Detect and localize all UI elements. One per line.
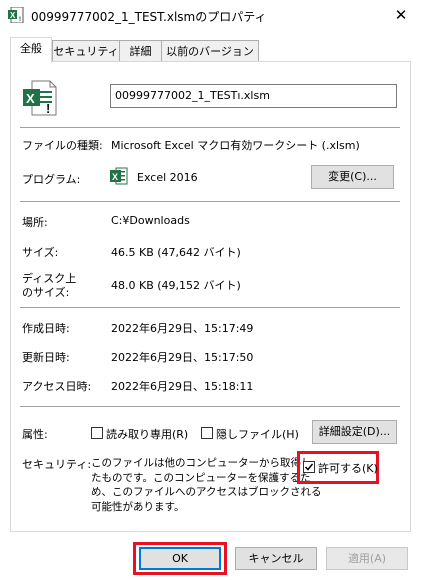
svg-text:X: X (10, 11, 16, 20)
tab-details[interactable]: 詳細 (119, 40, 162, 61)
program-value: Excel 2016 (137, 171, 198, 184)
svg-text:X: X (112, 172, 118, 182)
svg-text:!: ! (46, 101, 50, 116)
hidden-checkbox[interactable] (201, 427, 213, 439)
file-type-value: Microsoft Excel マクロ有効ワークシート (.xlsm) (111, 139, 360, 152)
cancel-button[interactable]: キャンセル (235, 547, 317, 570)
security-message-line: め、このファイルへのアクセスはブロックされる (91, 486, 322, 498)
modified-value: 2022年6月29日、15:17:50 (111, 351, 254, 364)
accessed-label: アクセス日時: (22, 380, 92, 393)
size-value: 46.5 KB (47,642 バイト) (111, 246, 241, 259)
readonly-label[interactable]: 読み取り専用(R) (106, 426, 188, 442)
tab-general[interactable]: 全般 (10, 37, 52, 63)
close-icon[interactable]: ✕ (389, 4, 413, 26)
tab-security[interactable]: セキュリティ (52, 40, 120, 61)
accessed-value: 2022年6月29日、15:18:11 (111, 380, 254, 393)
attributes-label: 属性: (22, 428, 48, 441)
allow-checkbox[interactable] (303, 461, 315, 473)
readonly-checkbox[interactable] (91, 427, 103, 439)
security-message-line: たものです。このコンピューターを保護するた (91, 471, 311, 484)
program-label: プログラム: (22, 173, 81, 186)
tab-previous-versions[interactable]: 以前のバージョン (161, 40, 259, 61)
security-label: セキュリティ: (22, 458, 92, 471)
security-message: このファイルは他のコンピューターから取得し たものです。このコンピューターを保護… (91, 456, 321, 514)
divider (20, 201, 400, 202)
created-value: 2022年6月29日、15:17:49 (111, 322, 254, 335)
allow-label[interactable]: 許可する(K) (318, 460, 378, 476)
security-message-line: 可能性があります。 (91, 500, 185, 513)
divider (20, 127, 400, 128)
title-bar: X ! 00999777002_1_TEST.xlsmのプロパティ ✕ (0, 0, 421, 31)
ok-button[interactable]: OK (139, 547, 221, 570)
size-label: サイズ: (22, 246, 59, 259)
security-message-line: このファイルは他のコンピューターから取得し (91, 457, 312, 469)
window-title: 00999777002_1_TEST.xlsmのプロパティ (31, 10, 267, 24)
created-label: 作成日時: (22, 322, 70, 335)
disk-size-label-line2: のサイズ: (22, 286, 70, 299)
change-button[interactable]: 変更(C)... (311, 165, 394, 189)
disk-size-value: 48.0 KB (49,152 バイト) (111, 279, 241, 292)
location-value: C:¥Downloads (111, 214, 190, 227)
filename-input[interactable]: 00999777002_1_TESTı.xlsm (110, 84, 397, 108)
svg-text:!: ! (19, 17, 21, 23)
excel-icon: X (110, 167, 128, 185)
svg-text:X: X (26, 91, 35, 106)
hidden-label[interactable]: 隠しファイル(H) (216, 426, 299, 442)
checkmark-icon (304, 463, 314, 471)
divider (20, 406, 400, 407)
modified-label: 更新日時: (22, 351, 70, 364)
location-label: 場所: (22, 216, 48, 229)
divider (20, 307, 400, 308)
excel-macro-file-icon: X ! (23, 80, 57, 116)
excel-file-icon: X ! (8, 7, 24, 23)
advanced-button[interactable]: 詳細設定(D)... (312, 420, 397, 444)
file-type-label: ファイルの種類: (22, 139, 103, 152)
apply-button[interactable]: 適用(A) (326, 547, 408, 570)
